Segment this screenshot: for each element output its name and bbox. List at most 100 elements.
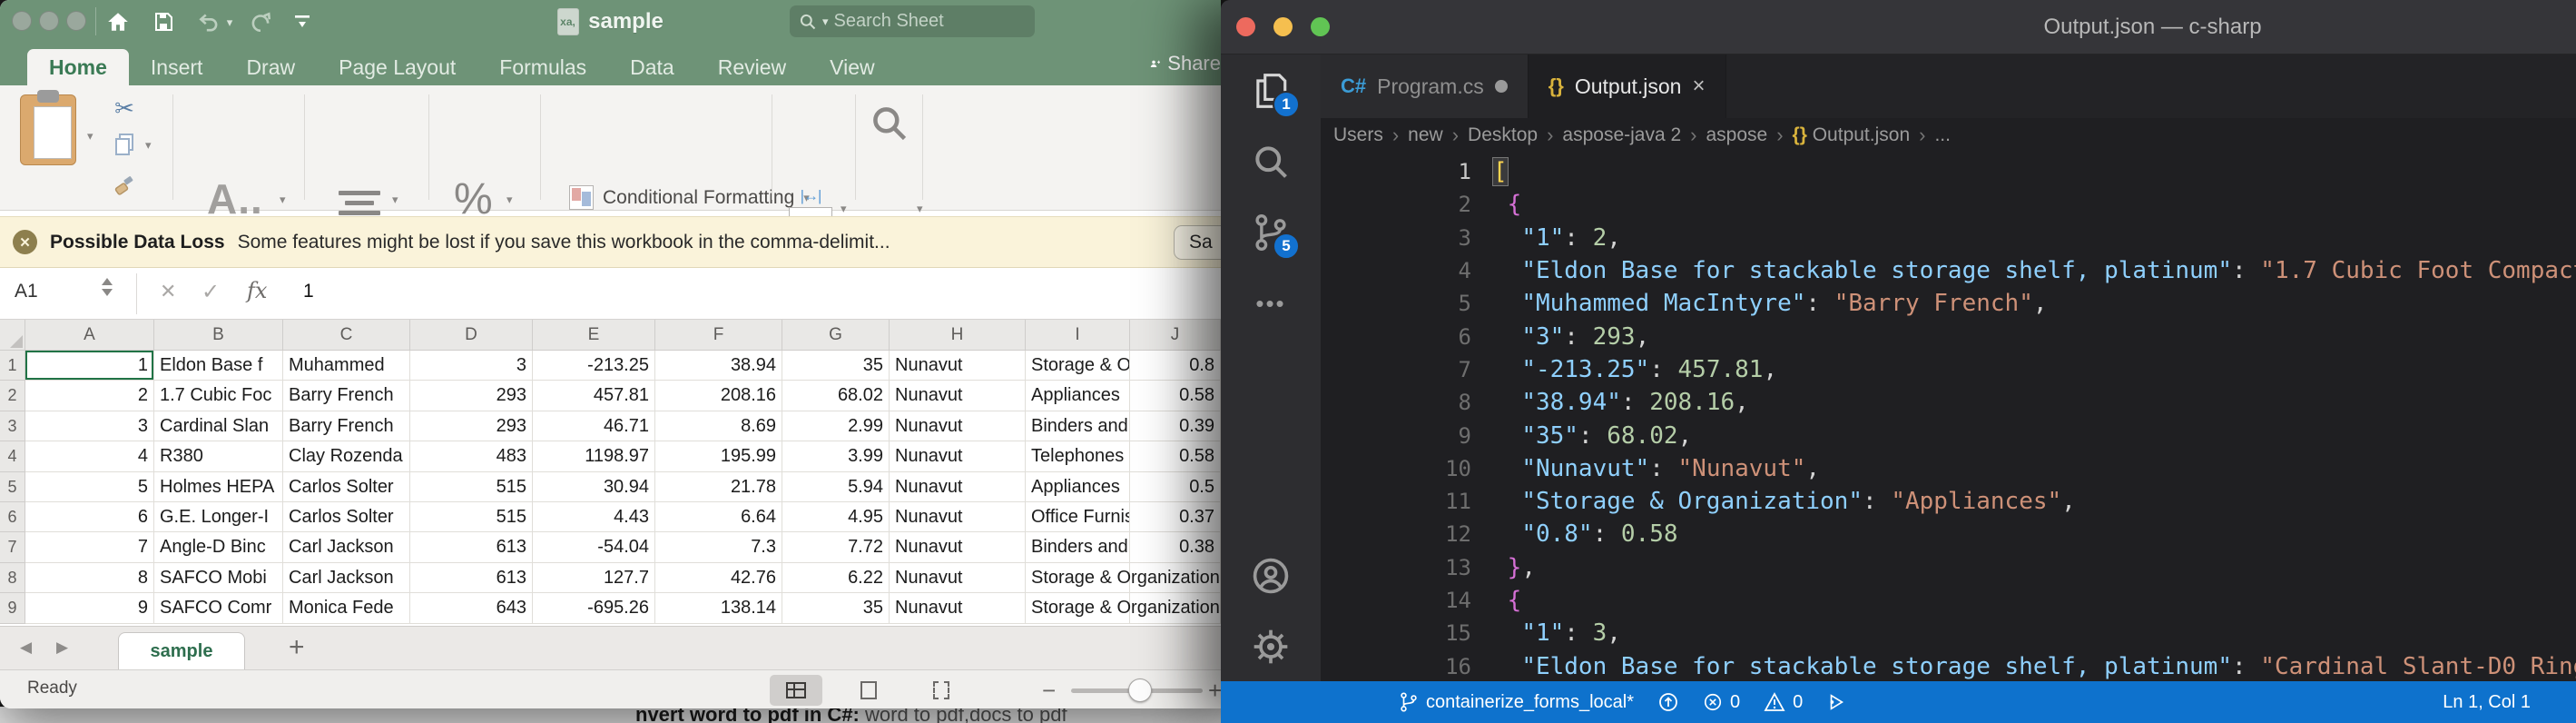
cell-A3[interactable]: 3 bbox=[25, 411, 154, 441]
cancel-icon[interactable]: ✕ bbox=[160, 280, 176, 303]
code-line-2[interactable]: 2 { bbox=[1321, 188, 2576, 221]
cell-F4[interactable]: 195.99 bbox=[655, 441, 782, 471]
code-line-16[interactable]: 16 "Eldon Base for stackable storage she… bbox=[1321, 649, 2576, 681]
ribbon-tab-home[interactable]: Home bbox=[27, 49, 129, 85]
formula-input[interactable]: 1 bbox=[303, 281, 314, 302]
cells-dropdown-caret[interactable]: ▾ bbox=[841, 202, 847, 216]
cell-E5[interactable]: 30.94 bbox=[533, 472, 655, 502]
cell-E2[interactable]: 457.81 bbox=[533, 381, 655, 411]
cell-A8[interactable]: 8 bbox=[25, 563, 154, 593]
ribbon-tab-page-layout[interactable]: Page Layout bbox=[317, 49, 477, 85]
add-sheet-button[interactable]: + bbox=[289, 632, 305, 663]
cell-C8[interactable]: Carl Jackson bbox=[283, 563, 410, 593]
cell-J5[interactable]: 0.5 bbox=[1130, 472, 1221, 502]
cell-E1[interactable]: -213.25 bbox=[533, 351, 655, 381]
cell-H4[interactable]: Nunavut bbox=[890, 441, 1026, 471]
breadcrumb-item[interactable]: new bbox=[1408, 124, 1443, 146]
code-line-15[interactable]: 15 "1": 3, bbox=[1321, 617, 2576, 649]
name-box-stepper[interactable] bbox=[102, 278, 113, 296]
column-header-I[interactable]: I bbox=[1026, 320, 1130, 351]
select-all-corner[interactable] bbox=[0, 320, 25, 351]
cell-H5[interactable]: Nunavut bbox=[890, 472, 1026, 502]
cell-B1[interactable]: Eldon Base f bbox=[154, 351, 283, 381]
cell-F8[interactable]: 42.76 bbox=[655, 563, 782, 593]
cell-G1[interactable]: 35 bbox=[782, 351, 890, 381]
cell-G7[interactable]: 7.72 bbox=[782, 532, 890, 562]
cell-H7[interactable]: Nunavut bbox=[890, 532, 1026, 562]
code-line-7[interactable]: 7 "-213.25": 457.81, bbox=[1321, 353, 2576, 386]
cell-H8[interactable]: Nunavut bbox=[890, 563, 1026, 593]
ribbon-tab-data[interactable]: Data bbox=[608, 49, 696, 85]
column-header-A[interactable]: A bbox=[25, 320, 154, 351]
cell-J1[interactable]: 0.8 bbox=[1130, 351, 1221, 381]
account-icon[interactable] bbox=[1249, 554, 1293, 598]
search-sheet-box[interactable]: ▾ bbox=[790, 5, 1035, 37]
cell-F9[interactable]: 138.14 bbox=[655, 593, 782, 623]
cell-F7[interactable]: 7.3 bbox=[655, 532, 782, 562]
cell-B2[interactable]: 1.7 Cubic Foc bbox=[154, 381, 283, 411]
warnings-status-item[interactable]: 0 bbox=[1764, 692, 1803, 713]
cell-A1[interactable]: 1 bbox=[25, 351, 154, 381]
cell-C2[interactable]: Barry French bbox=[283, 381, 410, 411]
cell-I6[interactable]: Office Furnis bbox=[1026, 502, 1130, 532]
cell-J7[interactable]: 0.38 bbox=[1130, 532, 1221, 562]
close-window-button[interactable] bbox=[12, 11, 32, 31]
cell-A2[interactable]: 2 bbox=[25, 381, 154, 411]
column-header-E[interactable]: E bbox=[533, 320, 655, 351]
cell-C6[interactable]: Carlos Solter bbox=[283, 502, 410, 532]
code-line-12[interactable]: 12 "0.8": 0.58 bbox=[1321, 518, 2576, 550]
row-header-5[interactable]: 5 bbox=[0, 472, 25, 502]
cell-A4[interactable]: 4 bbox=[25, 441, 154, 471]
alignment-dropdown-caret[interactable]: ▾ bbox=[392, 193, 398, 207]
cell-C3[interactable]: Barry French bbox=[283, 411, 410, 441]
page-break-view-button[interactable] bbox=[915, 675, 968, 706]
cell-B6[interactable]: G.E. Longer-I bbox=[154, 502, 283, 532]
accept-icon[interactable]: ✓ bbox=[202, 279, 220, 305]
cell-I2[interactable]: Appliances bbox=[1026, 381, 1130, 411]
zoom-window-button[interactable] bbox=[66, 11, 86, 31]
column-header-H[interactable]: H bbox=[890, 320, 1026, 351]
sheet-tab-sample[interactable]: sample bbox=[118, 632, 245, 670]
cell-D3[interactable]: 293 bbox=[410, 411, 533, 441]
format-painter-icon[interactable] bbox=[109, 169, 140, 200]
source-control-icon[interactable]: 5 bbox=[1249, 211, 1293, 254]
name-box[interactable]: A1 bbox=[15, 281, 38, 302]
cell-H2[interactable]: Nunavut bbox=[890, 381, 1026, 411]
zoom-slider-knob[interactable] bbox=[1128, 678, 1152, 702]
row-header-8[interactable]: 8 bbox=[0, 563, 25, 593]
ribbon-tab-insert[interactable]: Insert bbox=[129, 49, 225, 85]
close-window-button[interactable] bbox=[1236, 17, 1255, 36]
cell-B9[interactable]: SAFCO Comr bbox=[154, 593, 283, 623]
cut-icon[interactable]: ✂ bbox=[109, 93, 140, 124]
cell-I5[interactable]: Appliances bbox=[1026, 472, 1130, 502]
cell-C7[interactable]: Carl Jackson bbox=[283, 532, 410, 562]
cell-H1[interactable]: Nunavut bbox=[890, 351, 1026, 381]
normal-view-button[interactable] bbox=[770, 675, 822, 706]
spreadsheet-grid[interactable]: ABCDEFGHIJ11Eldon Base fMuhammed3-213.25… bbox=[0, 320, 1221, 626]
row-header-9[interactable]: 9 bbox=[0, 593, 25, 623]
code-line-6[interactable]: 6 "3": 293, bbox=[1321, 320, 2576, 352]
breadcrumbs[interactable]: Users›new›Desktop›aspose-java 2›aspose›{… bbox=[1321, 118, 2576, 153]
cell-I3[interactable]: Binders and bbox=[1026, 411, 1130, 441]
cell-J6[interactable]: 0.37 bbox=[1130, 502, 1221, 532]
cell-E7[interactable]: -54.04 bbox=[533, 532, 655, 562]
cell-H6[interactable]: Nunavut bbox=[890, 502, 1026, 532]
search-icon[interactable] bbox=[1249, 140, 1293, 183]
cell-C5[interactable]: Carlos Solter bbox=[283, 472, 410, 502]
zoom-in-button[interactable]: + bbox=[1208, 677, 1221, 705]
font-dropdown-caret[interactable]: ▾ bbox=[280, 193, 286, 207]
cell-A6[interactable]: 6 bbox=[25, 502, 154, 532]
editing-dropdown-caret[interactable]: ▾ bbox=[917, 202, 923, 216]
cell-I9[interactable]: Storage & Organization bbox=[1026, 593, 1130, 623]
editing-icon[interactable] bbox=[866, 100, 913, 147]
prev-sheet-arrow[interactable]: ◀ bbox=[20, 639, 32, 657]
cell-D9[interactable]: 643 bbox=[410, 593, 533, 623]
cell-A9[interactable]: 9 bbox=[25, 593, 154, 623]
cell-I8[interactable]: Storage & Organization bbox=[1026, 563, 1130, 593]
minimize-window-button[interactable] bbox=[1273, 17, 1293, 36]
home-icon[interactable] bbox=[104, 8, 132, 35]
code-line-1[interactable]: 1[ bbox=[1321, 155, 2576, 188]
ribbon-tab-review[interactable]: Review bbox=[696, 49, 808, 85]
row-header-7[interactable]: 7 bbox=[0, 532, 25, 562]
ribbon-tab-view[interactable]: View bbox=[808, 49, 896, 85]
